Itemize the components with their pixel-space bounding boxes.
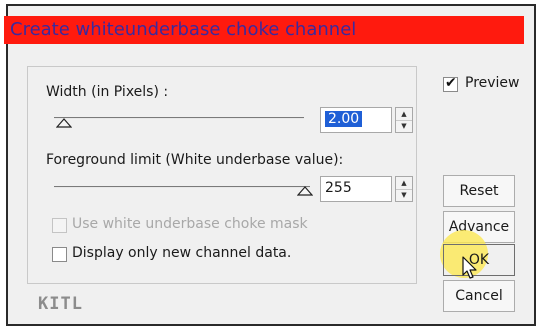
kitl-logo: KITL: [38, 294, 83, 314]
spin-down-icon[interactable]: ▼: [396, 120, 412, 132]
use-mask-checkbox[interactable]: [52, 218, 67, 233]
spin-down-icon[interactable]: ▼: [396, 189, 412, 201]
preview-label: Preview: [465, 75, 520, 91]
preview-checkbox[interactable]: ✔: [443, 75, 458, 92]
foreground-slider-track[interactable]: [54, 186, 310, 188]
display-only-label: Display only new channel data.: [72, 245, 292, 261]
width-slider-track[interactable]: [54, 117, 304, 119]
title-bar[interactable]: Create whiteunderbase choke channel: [4, 16, 524, 44]
dialog-title: Create whiteunderbase choke channel: [10, 19, 357, 40]
display-only-checkbox[interactable]: [52, 247, 67, 262]
reset-button[interactable]: Reset: [443, 175, 515, 207]
ok-button[interactable]: OK: [443, 244, 515, 276]
cancel-button[interactable]: Cancel: [443, 280, 515, 312]
foreground-label: Foreground limit (White underbase value)…: [46, 152, 344, 168]
foreground-input[interactable]: 255: [320, 176, 392, 202]
use-mask-label: Use white underbase choke mask: [72, 216, 308, 232]
checkmark-icon: ✔: [445, 75, 457, 91]
width-spinner[interactable]: ▲ ▼: [395, 107, 413, 133]
foreground-spinner[interactable]: ▲ ▼: [395, 176, 413, 202]
width-input[interactable]: 2.00: [320, 107, 392, 133]
width-value: 2.00: [325, 111, 363, 127]
mouse-pointer-icon: [462, 256, 478, 284]
width-label: Width (in Pixels) :: [46, 84, 169, 100]
foreground-value: 255: [325, 180, 352, 196]
